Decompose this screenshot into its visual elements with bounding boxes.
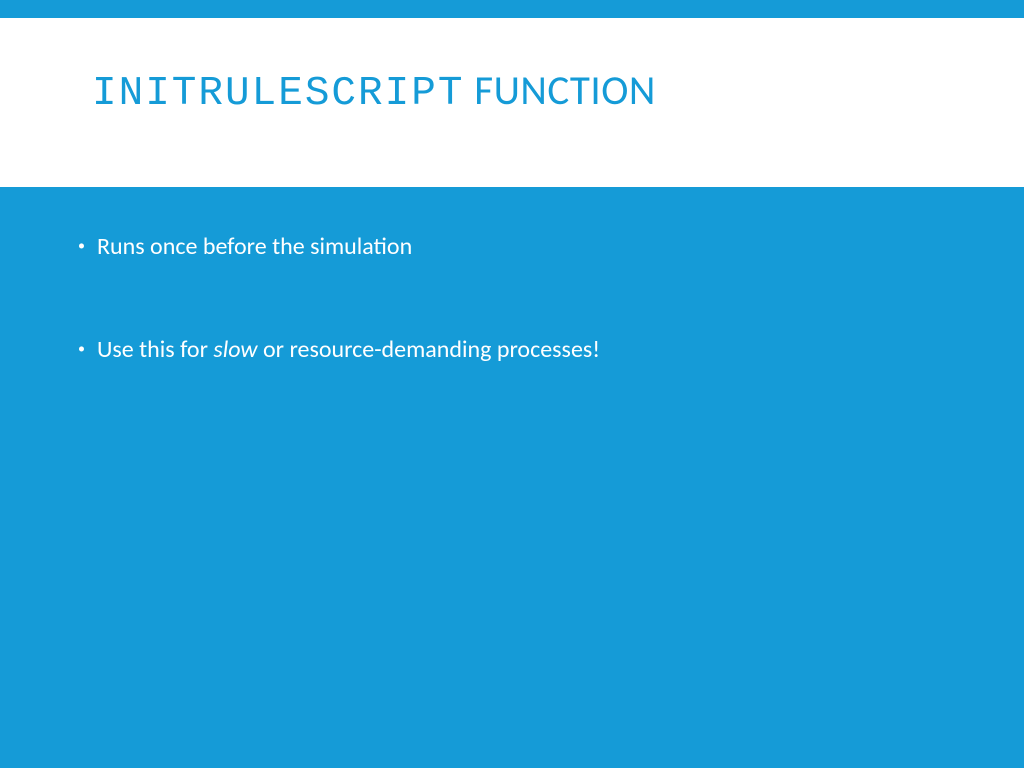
bullet-item: • Use this for slow or resource-demandin… bbox=[78, 334, 964, 365]
bullet-item: • Runs once before the simulation bbox=[78, 231, 964, 262]
bullet-text-suffix: or resource-demanding processes! bbox=[258, 335, 601, 364]
title-code-part: INITRULESCRIPT bbox=[92, 71, 464, 117]
content-section: • Runs once before the simulation • Use … bbox=[0, 187, 1024, 757]
title-section: INITRULESCRIPT FUNCTION bbox=[0, 18, 1024, 187]
bullet-text: Use this for slow or resource-demanding … bbox=[97, 334, 600, 365]
top-accent-bar bbox=[0, 0, 1024, 18]
bullet-marker-icon: • bbox=[78, 342, 85, 356]
bullet-text-italic: slow bbox=[213, 335, 257, 364]
title-function-part: FUNCTION bbox=[464, 66, 655, 116]
bullet-text-prefix: Use this for bbox=[97, 335, 213, 364]
bullet-marker-icon: • bbox=[78, 239, 85, 253]
slide-title: INITRULESCRIPT FUNCTION bbox=[92, 66, 1024, 117]
bullet-text: Runs once before the simulation bbox=[97, 231, 412, 262]
bullet-text-prefix: Runs once before the simulation bbox=[97, 232, 412, 261]
